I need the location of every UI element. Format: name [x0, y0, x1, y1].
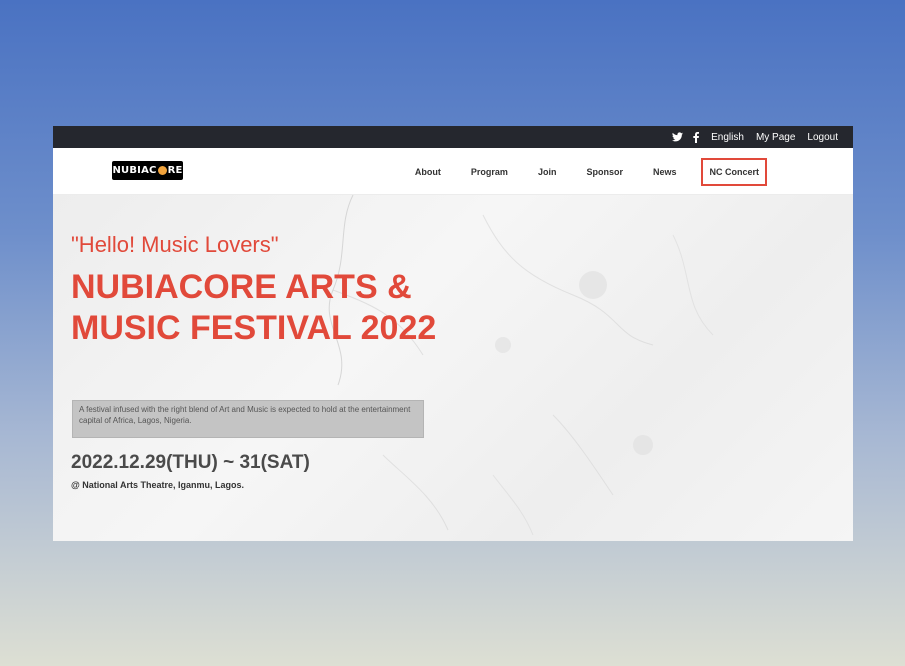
browser-page: English My Page Logout NUBIAC RE About Pr…: [53, 126, 853, 541]
site-logo[interactable]: NUBIAC RE: [112, 161, 183, 180]
nav-about[interactable]: About: [415, 167, 441, 177]
main-header: NUBIAC RE About Program Join Sponsor News…: [53, 148, 853, 195]
facebook-icon[interactable]: [693, 131, 700, 143]
hero-title: NUBIACORE ARTS & MUSIC FESTIVAL 2022: [71, 268, 437, 347]
hero-description: A festival infused with the right blend …: [72, 400, 424, 438]
nav-nc-concert[interactable]: NC Concert: [701, 157, 767, 186]
main-nav: About Program Join Sponsor News NC Conce…: [385, 148, 767, 195]
nav-sponsor[interactable]: Sponsor: [586, 167, 623, 177]
logo-text-right: RE: [167, 165, 183, 176]
logo-text-left: NUBIAC: [112, 165, 157, 176]
language-link[interactable]: English: [711, 132, 744, 143]
twitter-icon[interactable]: [672, 132, 684, 142]
hero-section: "Hello! Music Lovers" NUBIACORE ARTS & M…: [53, 195, 853, 541]
top-utility-bar: English My Page Logout: [53, 126, 853, 148]
logout-link[interactable]: Logout: [807, 132, 838, 143]
hero-greeting: "Hello! Music Lovers": [71, 232, 279, 257]
event-date: 2022.12.29(THU) ~ 31(SAT): [71, 452, 310, 473]
nav-join[interactable]: Join: [538, 167, 557, 177]
nav-program[interactable]: Program: [471, 167, 508, 177]
logo-o-mark: [157, 166, 167, 175]
nav-news[interactable]: News: [653, 167, 677, 177]
event-venue: @ National Arts Theatre, Iganmu, Lagos.: [71, 480, 244, 490]
my-page-link[interactable]: My Page: [756, 132, 795, 143]
